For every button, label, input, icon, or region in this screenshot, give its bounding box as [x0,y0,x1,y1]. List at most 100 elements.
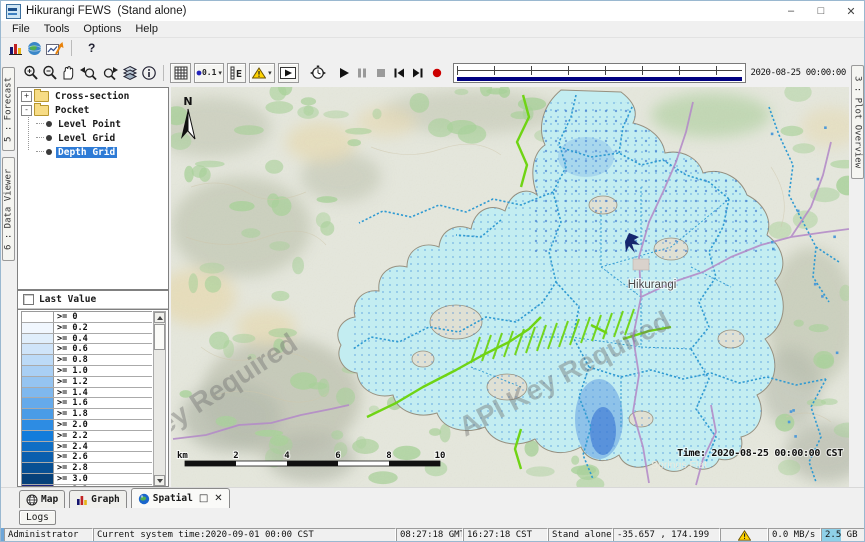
legend-row-label: >= 1.6 [54,398,152,408]
zoom-out-icon[interactable] [42,63,59,82]
tree-item-cross-section[interactable]: + Cross-section [21,90,168,102]
expander-plus-icon[interactable]: + [21,91,32,102]
legend-row[interactable]: >= 2.2 [22,431,152,442]
legend-color-swatch [22,442,54,452]
toolbar-separator [71,40,72,56]
layers-icon[interactable] [122,63,139,82]
pause-button[interactable] [354,63,371,82]
legend-row-label: >= 1.2 [54,377,152,387]
scale-tick-label: 2 [233,451,238,461]
zoom-previous-icon[interactable] [79,63,99,82]
tab-data-viewer[interactable]: 6 : Data Viewer [2,157,15,261]
menu-tools[interactable]: Tools [37,23,77,35]
tab-plot-overview[interactable]: 3 : Plot Overview [851,65,864,179]
pan-hand-icon[interactable] [60,63,77,82]
play-button[interactable] [336,63,353,82]
map-canvas[interactable]: API Key Required API Key Required Hikura… [171,87,849,487]
time-slider[interactable] [453,63,746,83]
wire-globe-icon [26,494,38,506]
scroll-down-button[interactable] [154,475,165,486]
legend-row[interactable]: >= 3.0 [22,474,152,485]
tab-graph[interactable]: Graph [69,490,127,508]
tree-item-level-grid[interactable]: Level Grid [36,132,168,144]
tab-close-icon[interactable]: ✕ [214,493,222,504]
tab-map[interactable]: Map [19,490,65,508]
expander-minus-icon[interactable]: - [21,105,32,116]
legend-row[interactable]: >= 2.0 [22,420,152,431]
zoom-next-icon[interactable] [100,63,120,82]
legend-row[interactable]: >= 0.6 [22,344,152,355]
legend-row[interactable]: >= 1.4 [22,388,152,399]
folder-icon [34,91,49,102]
legend-row[interactable]: >= 2.8 [22,463,152,474]
tab-forecast[interactable]: 5 : Forecast [2,67,15,151]
maximize-button[interactable]: □ [806,1,836,21]
tree-branch-line [36,151,44,153]
close-button[interactable]: ✕ [836,1,865,21]
statistics-icon[interactable] [7,39,24,58]
tree-item-pocket[interactable]: - Pocket [21,104,168,116]
tree-item-label: Depth Grid [56,147,117,158]
record-button[interactable] [428,63,445,82]
legend-row[interactable]: >= 2.6 [22,452,152,463]
info-icon[interactable] [140,63,157,82]
legend-row[interactable]: >= 0.4 [22,334,152,345]
bottom-tab-bar: Map Graph Spatial □ ✕ [1,487,865,508]
map-display-globe-icon[interactable] [26,39,43,58]
north-label: N [183,95,192,108]
warnings-dropdown[interactable]: ▾ [249,63,274,83]
svg-text:E: E [236,69,242,80]
legend-row[interactable]: >= 1.8 [22,409,152,420]
menu-help[interactable]: Help [128,23,165,35]
legend-row[interactable]: >= 0.8 [22,355,152,366]
scale-unit-label: km [177,451,188,461]
tree-item-depth-grid[interactable]: Depth Grid [36,146,168,158]
legend-rows: >= 0>= 0.2>= 0.4>= 0.6>= 0.8>= 1.0>= 1.2… [21,311,152,487]
status-warning[interactable] [720,528,768,542]
logs-button[interactable]: Logs [19,510,56,525]
node-bullet-icon [46,149,52,155]
legend-row[interactable]: >= 1.0 [22,366,152,377]
memory-label: 2.5 GB [825,530,858,540]
tree-item-level-point[interactable]: Level Point [36,118,168,130]
legend-row[interactable]: >= 2.4 [22,442,152,453]
status-bar: Administrator Current system time:2020-0… [1,528,865,542]
scrollbar-thumb[interactable] [154,324,165,350]
help-button[interactable]: ? [88,41,95,55]
chevron-down-icon: ▾ [268,69,272,77]
scale-tick-label: 6 [335,451,340,461]
legend-color-swatch [22,463,54,473]
last-value-label: Last Value [39,294,96,305]
tab-maximize-icon[interactable]: □ [199,493,208,504]
legend-color-swatch [22,452,54,462]
animation-settings-clock-icon[interactable] [308,63,328,82]
title-bar[interactable]: Hikurangi FEWS (Stand alone) – □ ✕ [1,1,865,21]
class-interval-dropdown[interactable]: 0.1 ▾ [194,63,223,83]
app-icon [6,4,21,19]
animation-button[interactable] [278,63,300,83]
zoom-in-icon[interactable] [23,63,40,82]
grid-display-button[interactable] [170,63,192,83]
legend-row[interactable]: >= 1.2 [22,377,152,388]
legend-row[interactable]: >= 0 [22,312,152,323]
last-value-checkbox[interactable] [23,294,34,305]
spatial-display-icon[interactable] [45,39,65,58]
skip-to-start-button[interactable] [391,63,408,82]
stop-button[interactable] [373,63,390,82]
legend-row[interactable]: >= 0.2 [22,323,152,334]
skip-to-end-button[interactable] [410,63,427,82]
scroll-up-button[interactable] [154,312,165,323]
application-window: Hikurangi FEWS (Stand alone) – □ ✕ File … [0,0,865,542]
scale-tick-label: 4 [284,451,290,461]
menu-options[interactable]: Options [76,23,128,35]
legend-row[interactable]: >= 1.6 [22,398,152,409]
tree-connector-line [28,114,29,150]
tree-item-label: Pocket [53,105,91,116]
menu-file[interactable]: File [5,23,37,35]
legend-scrollbar[interactable] [153,311,166,487]
legend-color-swatch [22,420,54,430]
scale-legend-button[interactable]: E [227,63,247,83]
minimize-button[interactable]: – [776,1,806,21]
legend-row-label: >= 2.6 [54,452,152,462]
tab-spatial[interactable]: Spatial □ ✕ [131,488,230,508]
